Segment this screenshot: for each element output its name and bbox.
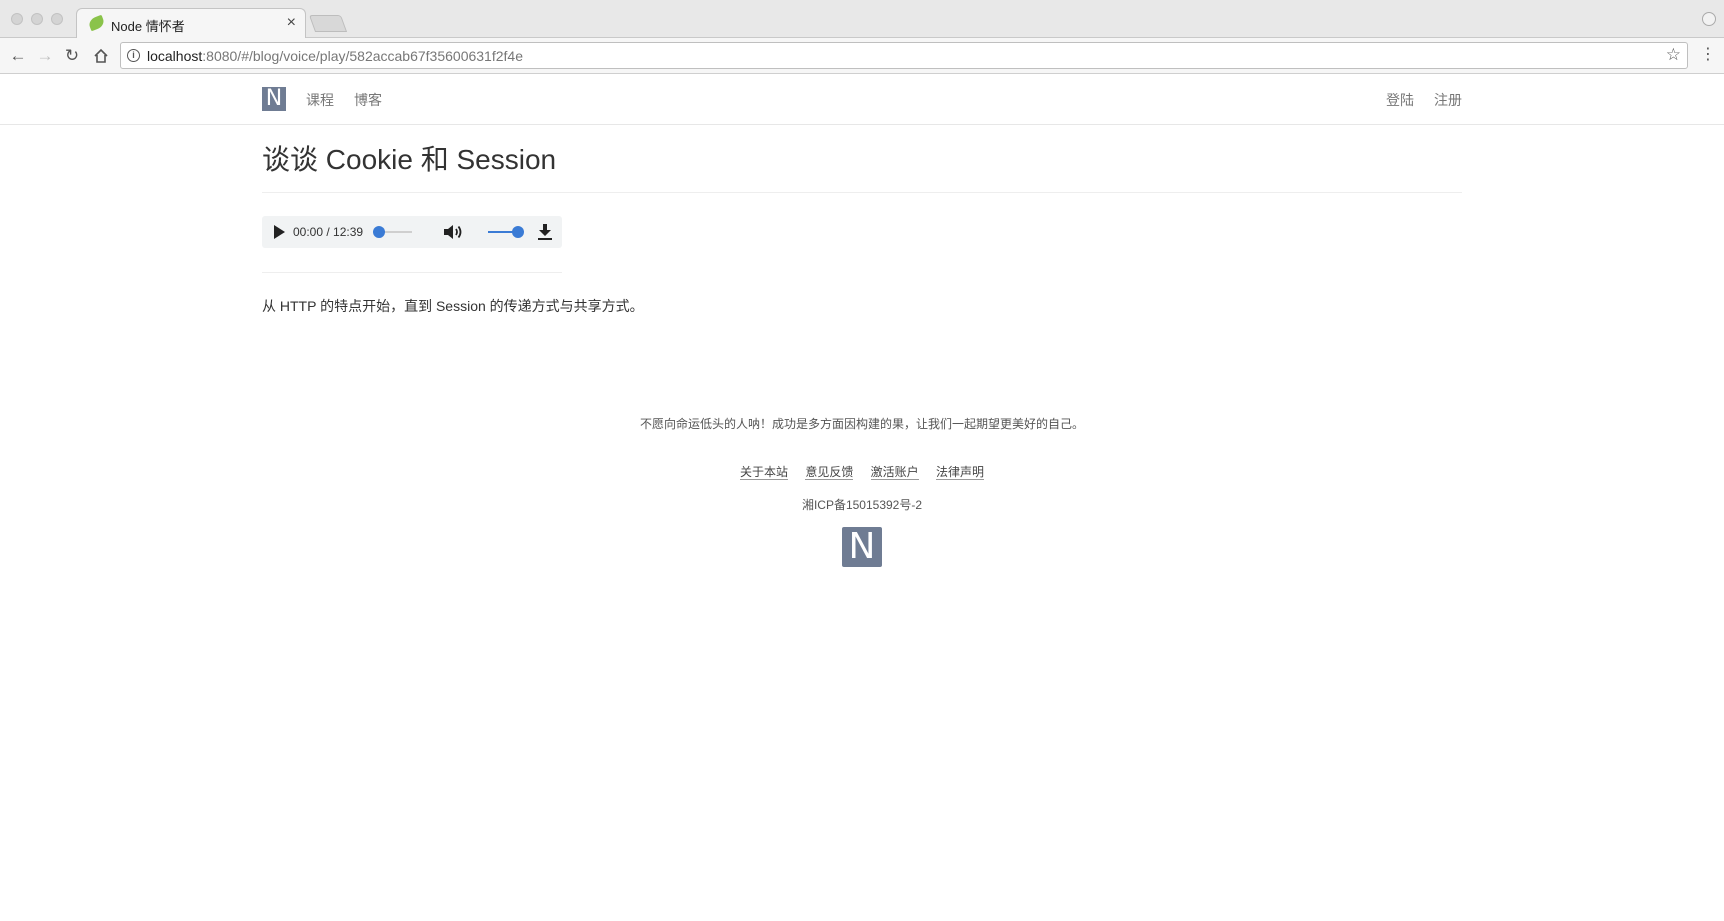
footer-link-activate[interactable]: 激活账户 <box>870 465 919 480</box>
download-icon[interactable] <box>537 223 553 241</box>
bookmark-star-icon[interactable]: ☆ <box>1666 45 1681 65</box>
footer-link-about[interactable]: 关于本站 <box>739 465 788 480</box>
footer-link-feedback[interactable]: 意见反馈 <box>805 465 854 480</box>
window-close-button[interactable] <box>11 13 23 25</box>
nav-link-blog[interactable]: 博客 <box>354 90 382 110</box>
site-logo[interactable]: N <box>262 87 286 111</box>
tab-close-icon[interactable]: × <box>287 14 296 32</box>
nav-link-courses[interactable]: 课程 <box>306 90 334 110</box>
browser-toolbar: ← → ↻ i localhost:8080/#/blog/voice/play… <box>0 38 1724 74</box>
site-navbar: N 课程 博客 登陆 注册 <box>0 75 1724 125</box>
nav-link-login[interactable]: 登陆 <box>1386 90 1414 110</box>
title-divider <box>262 192 1462 193</box>
audio-divider <box>262 272 562 273</box>
browser-tab[interactable]: Node 情怀者 × <box>76 8 306 39</box>
forward-arrow-icon[interactable]: → <box>33 44 57 68</box>
url-text: localhost:8080/#/blog/voice/play/582acca… <box>147 48 523 64</box>
window-minimize-button[interactable] <box>31 13 43 25</box>
nav-link-register[interactable]: 注册 <box>1434 90 1462 110</box>
post-summary: 从 HTTP 的特点开始，直到 Session 的传递方式与共享方式。 <box>262 298 644 314</box>
volume-icon[interactable] <box>442 222 464 242</box>
profile-icon[interactable] <box>1702 12 1716 26</box>
volume-slider[interactable] <box>488 226 524 238</box>
audio-player: 00:00 / 12:39 <box>262 216 562 248</box>
leaf-favicon-icon <box>87 14 106 32</box>
reload-icon[interactable]: ↻ <box>60 44 84 68</box>
audio-seek-slider[interactable] <box>373 226 412 238</box>
tab-title: Node 情怀者 <box>111 19 185 34</box>
back-arrow-icon[interactable]: ← <box>6 44 30 68</box>
address-bar[interactable]: i localhost:8080/#/blog/voice/play/582ac… <box>120 42 1688 69</box>
browser-menu-icon[interactable]: ⋮ <box>1700 43 1716 67</box>
browser-tab-strip: Node 情怀者 × <box>0 0 1724 39</box>
volume-thumb[interactable] <box>512 226 524 238</box>
url-host: localhost <box>147 48 203 64</box>
seek-thumb[interactable] <box>373 226 385 238</box>
page-title: 谈谈 Cookie 和 Session <box>262 144 557 175</box>
window-zoom-button[interactable] <box>51 13 63 25</box>
play-icon[interactable] <box>274 225 285 239</box>
footer-links: 关于本站 意见反馈 激活账户 法律声明 <box>0 463 1724 480</box>
audio-time: 00:00 / 12:39 <box>293 225 364 239</box>
icp-license: 湘ICP备15015392号-2 <box>801 498 923 512</box>
home-icon <box>94 48 108 63</box>
footer-motto: 不愿向命运低头的人呐！成功是多方面因构建的果，让我们一起期望更美好的自己。 <box>639 417 1084 431</box>
home-button[interactable] <box>89 44 113 68</box>
footer-link-legal[interactable]: 法律声明 <box>936 465 985 480</box>
info-icon[interactable]: i <box>127 49 140 62</box>
footer-logo: N <box>842 527 882 567</box>
url-path: :8080/#/blog/voice/play/582accab67f35600… <box>202 48 523 64</box>
new-tab-button[interactable] <box>308 15 348 32</box>
